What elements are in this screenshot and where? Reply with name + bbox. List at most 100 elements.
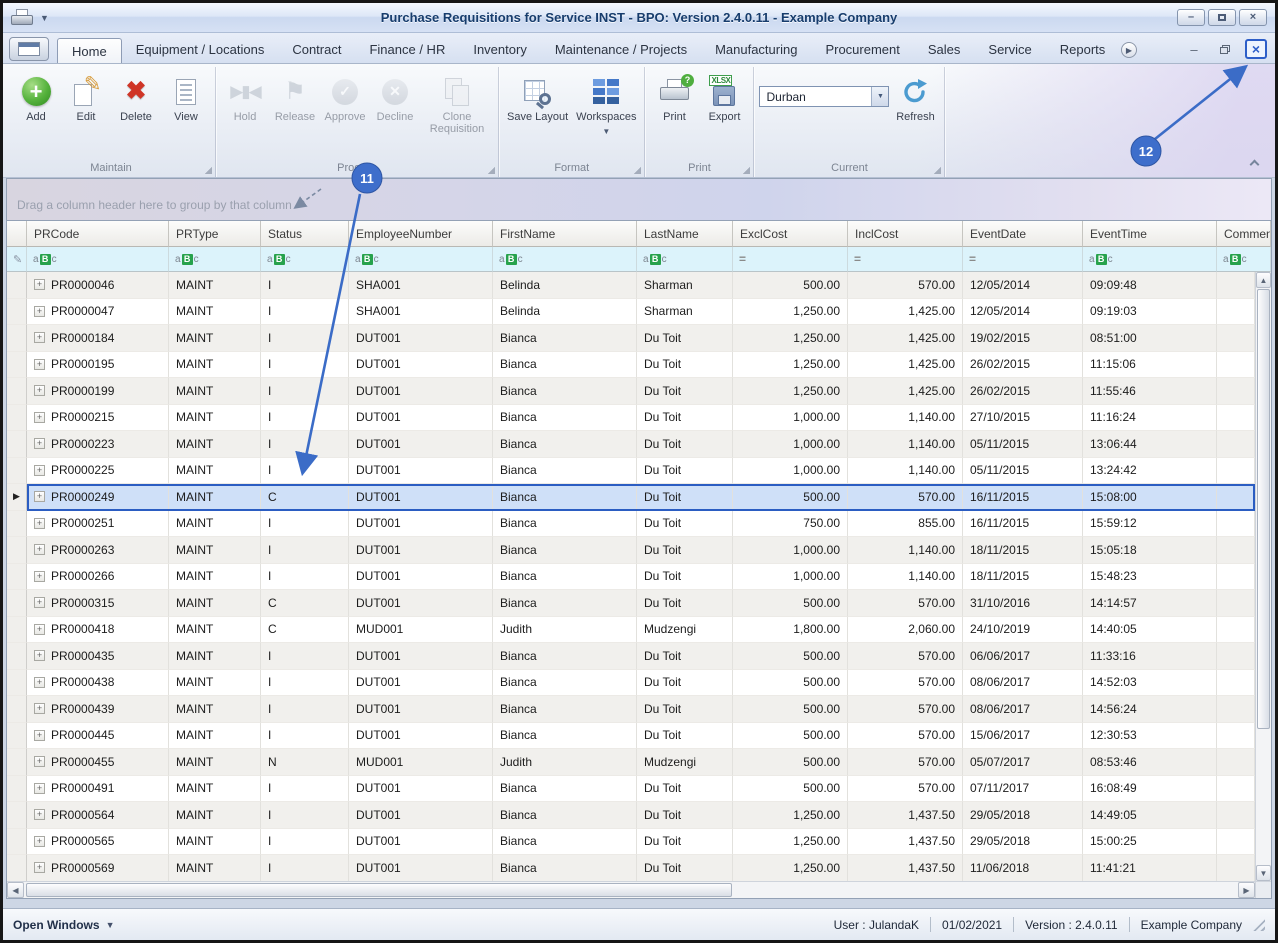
- cell-employeenumber[interactable]: DUT001: [349, 590, 493, 617]
- cell-lastname[interactable]: Du Toit: [637, 484, 733, 511]
- expand-row-icon[interactable]: +: [34, 703, 45, 715]
- expand-row-icon[interactable]: +: [34, 279, 45, 291]
- cell-eventdate[interactable]: 08/06/2017: [963, 669, 1083, 696]
- cell-status[interactable]: I: [261, 325, 349, 352]
- cell-eventdate[interactable]: 18/11/2015: [963, 537, 1083, 564]
- cell-exclcost[interactable]: 1,000.00: [733, 563, 848, 590]
- cell-status[interactable]: I: [261, 431, 349, 458]
- cell-status[interactable]: I: [261, 696, 349, 723]
- edit-button[interactable]: ✎ Edit: [62, 70, 110, 125]
- dialog-launcher-icon[interactable]: [487, 166, 495, 174]
- tab-manufacturing[interactable]: Manufacturing: [701, 37, 811, 63]
- expand-row-icon[interactable]: +: [34, 385, 45, 397]
- expand-row-icon[interactable]: +: [34, 544, 45, 556]
- cell-eventtime[interactable]: 15:48:23: [1083, 563, 1217, 590]
- cell-prcode[interactable]: + PR0000435: [27, 643, 169, 670]
- cell-eventdate[interactable]: 12/05/2014: [963, 298, 1083, 325]
- cell-lastname[interactable]: Sharman: [637, 272, 733, 299]
- horizontal-scrollbar[interactable]: ◀ ▶: [7, 881, 1271, 898]
- cell-eventdate[interactable]: 24/10/2019: [963, 616, 1083, 643]
- cell-eventtime[interactable]: 11:55:46: [1083, 378, 1217, 405]
- cell-comments[interactable]: [1217, 431, 1255, 458]
- filter-eventtime[interactable]: aBc: [1083, 247, 1217, 272]
- cell-exclcost[interactable]: 1,250.00: [733, 378, 848, 405]
- cell-exclcost[interactable]: 750.00: [733, 510, 848, 537]
- cell-prcode[interactable]: + PR0000215: [27, 404, 169, 431]
- cell-status[interactable]: I: [261, 722, 349, 749]
- cell-inclcost[interactable]: 1,140.00: [848, 404, 963, 431]
- cell-employeenumber[interactable]: DUT001: [349, 457, 493, 484]
- cell-exclcost[interactable]: 1,250.00: [733, 802, 848, 829]
- filter-comments[interactable]: aBc: [1217, 247, 1271, 272]
- column-header-comments[interactable]: Comments: [1217, 221, 1271, 247]
- cell-prtype[interactable]: MAINT: [169, 563, 261, 590]
- close-button[interactable]: ×: [1239, 9, 1267, 26]
- tab-procurement[interactable]: Procurement: [811, 37, 913, 63]
- column-header-firstname[interactable]: FirstName: [493, 221, 637, 247]
- grid-row[interactable]: + PR0000223 MAINT I DUT001 Bianca Du Toit 1,000…: [7, 431, 1255, 458]
- cell-lastname[interactable]: Du Toit: [637, 510, 733, 537]
- cell-exclcost[interactable]: 1,250.00: [733, 325, 848, 352]
- cell-prtype[interactable]: MAINT: [169, 775, 261, 802]
- cell-firstname[interactable]: Bianca: [493, 696, 637, 723]
- expand-row-icon[interactable]: +: [34, 835, 45, 847]
- column-header-prcode[interactable]: PRCode: [27, 221, 169, 247]
- cell-comments[interactable]: [1217, 775, 1255, 802]
- quick-access-toolbar[interactable]: ▼: [11, 9, 49, 26]
- grid-row[interactable]: + PR0000564 MAINT I DUT001 Bianca Du Toit 1,250…: [7, 802, 1255, 829]
- cell-firstname[interactable]: Bianca: [493, 510, 637, 537]
- filter-lastname[interactable]: aBc: [637, 247, 733, 272]
- cell-prtype[interactable]: MAINT: [169, 590, 261, 617]
- cell-firstname[interactable]: Bianca: [493, 537, 637, 564]
- cell-exclcost[interactable]: 1,250.00: [733, 828, 848, 855]
- column-header-eventdate[interactable]: EventDate: [963, 221, 1083, 247]
- cell-prcode[interactable]: + PR0000565: [27, 828, 169, 855]
- grid-row[interactable]: + PR0000266 MAINT I DUT001 Bianca Du Toit 1,000…: [7, 563, 1255, 590]
- export-button[interactable]: XLSX Export: [700, 70, 748, 125]
- filter-exclcost[interactable]: =: [733, 247, 848, 272]
- cell-prtype[interactable]: MAINT: [169, 802, 261, 829]
- cell-firstname[interactable]: Belinda: [493, 298, 637, 325]
- scroll-down-button[interactable]: ▼: [1256, 865, 1271, 881]
- collapse-ribbon-button[interactable]: [1245, 155, 1263, 169]
- expand-row-icon[interactable]: +: [34, 411, 45, 423]
- cell-lastname[interactable]: Du Toit: [637, 828, 733, 855]
- grid-row[interactable]: + PR0000418 MAINT C MUD001 Judith Mudzengi 1,80…: [7, 616, 1255, 643]
- combobox-dropdown-button[interactable]: ▼: [871, 87, 889, 106]
- cell-lastname[interactable]: Du Toit: [637, 404, 733, 431]
- cell-exclcost[interactable]: 1,000.00: [733, 537, 848, 564]
- cell-prcode[interactable]: + PR0000263: [27, 537, 169, 564]
- cell-prtype[interactable]: MAINT: [169, 457, 261, 484]
- column-header-inclcost[interactable]: InclCost: [848, 221, 963, 247]
- cell-eventtime[interactable]: 15:08:00: [1083, 484, 1217, 511]
- grid-row[interactable]: + PR0000438 MAINT I DUT001 Bianca Du Toit 500.0…: [7, 669, 1255, 696]
- cell-employeenumber[interactable]: DUT001: [349, 484, 493, 511]
- cell-eventdate[interactable]: 18/11/2015: [963, 563, 1083, 590]
- cell-prtype[interactable]: MAINT: [169, 378, 261, 405]
- cell-lastname[interactable]: Du Toit: [637, 431, 733, 458]
- grid-row[interactable]: + PR0000435 MAINT I DUT001 Bianca Du Toit 500.0…: [7, 643, 1255, 670]
- cell-exclcost[interactable]: 1,000.00: [733, 404, 848, 431]
- cell-status[interactable]: I: [261, 669, 349, 696]
- cell-inclcost[interactable]: 1,140.00: [848, 563, 963, 590]
- cell-employeenumber[interactable]: MUD001: [349, 616, 493, 643]
- column-header-exclcost[interactable]: ExclCost: [733, 221, 848, 247]
- cell-prtype[interactable]: MAINT: [169, 431, 261, 458]
- grid-row[interactable]: + PR0000184 MAINT I DUT001 Bianca Du Toit 1,250…: [7, 325, 1255, 352]
- view-button[interactable]: View: [162, 70, 210, 125]
- cell-eventtime[interactable]: 11:15:06: [1083, 351, 1217, 378]
- cell-eventdate[interactable]: 31/10/2016: [963, 590, 1083, 617]
- cell-status[interactable]: I: [261, 378, 349, 405]
- grid-row[interactable]: + PR0000315 MAINT C DUT001 Bianca Du Toit 500.0…: [7, 590, 1255, 617]
- cell-prtype[interactable]: MAINT: [169, 749, 261, 776]
- cell-status[interactable]: I: [261, 802, 349, 829]
- grid-row[interactable]: + PR0000195 MAINT I DUT001 Bianca Du Toit 1,250…: [7, 351, 1255, 378]
- cell-prtype[interactable]: MAINT: [169, 510, 261, 537]
- cell-eventdate[interactable]: 29/05/2018: [963, 828, 1083, 855]
- cell-inclcost[interactable]: 570.00: [848, 749, 963, 776]
- grid-row[interactable]: + PR0000569 MAINT I DUT001 Bianca Du Toit 1,250…: [7, 855, 1255, 881]
- cell-status[interactable]: I: [261, 404, 349, 431]
- cell-status[interactable]: I: [261, 510, 349, 537]
- cell-firstname[interactable]: Bianca: [493, 431, 637, 458]
- cell-prcode[interactable]: + PR0000223: [27, 431, 169, 458]
